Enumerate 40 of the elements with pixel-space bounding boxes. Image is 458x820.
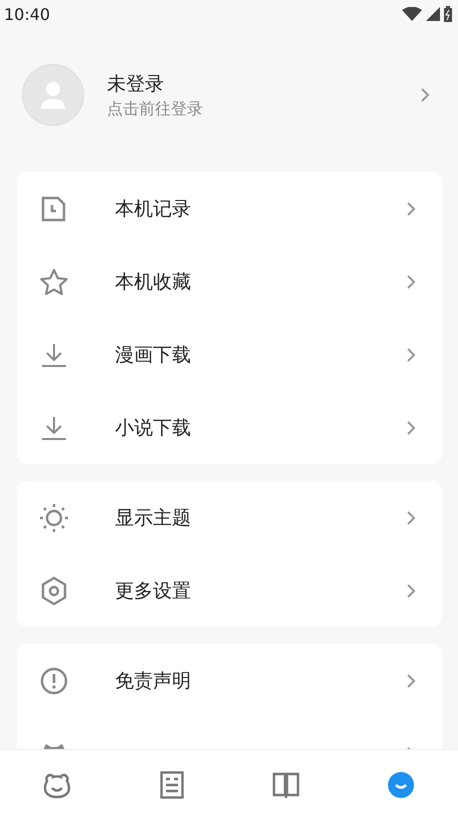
signal-icon <box>426 7 440 21</box>
menu-item[interactable]: 显示主题 <box>17 481 442 554</box>
login-hint: 点击前往登录 <box>107 98 204 120</box>
document-icon <box>160 771 184 799</box>
battery-icon <box>444 6 452 22</box>
bear-icon <box>43 771 72 799</box>
wifi-icon <box>402 7 422 21</box>
chevron-icon <box>406 346 416 362</box>
chevron-icon <box>406 200 416 216</box>
menu-label: 免责声明 <box>115 668 192 694</box>
menu-item[interactable]: 更多设置 <box>17 554 442 627</box>
smiley-icon <box>386 771 415 799</box>
chevron-icon <box>406 582 416 598</box>
star-icon <box>39 268 69 296</box>
chevron-icon <box>406 420 416 436</box>
chevron-icon <box>406 510 416 526</box>
menu-label: 更多设置 <box>115 578 192 604</box>
menu-item[interactable]: 漫画下载 <box>17 318 442 391</box>
hexagon-icon <box>40 576 68 606</box>
sun-icon <box>39 502 69 532</box>
menu-item[interactable]: 本机收藏 <box>17 245 442 318</box>
menu-label: 小说下载 <box>115 416 192 440</box>
download-icon <box>41 342 67 368</box>
menu-label: 显示主题 <box>115 506 192 530</box>
menu-label: 本机收藏 <box>115 270 192 294</box>
download-icon <box>41 414 67 440</box>
user-name: 未登录 <box>107 72 165 96</box>
menu-label: 漫画下载 <box>115 342 192 368</box>
file-clock-icon <box>41 196 67 222</box>
book-icon <box>272 771 300 799</box>
menu-item[interactable]: 免责声明 <box>17 644 442 717</box>
login-row[interactable]: 未登录 点击前往登录 <box>0 28 458 126</box>
alert-circle-icon <box>40 666 68 694</box>
chevron-icon <box>420 87 430 103</box>
chevron-icon <box>406 672 416 688</box>
status-time: 10:40 <box>4 4 50 24</box>
menu-item[interactable]: 小说下载 <box>17 391 442 464</box>
menu-label: 本机记录 <box>115 196 192 222</box>
chevron-icon <box>406 274 416 290</box>
menu-item[interactable]: 本机记录 <box>17 172 442 245</box>
